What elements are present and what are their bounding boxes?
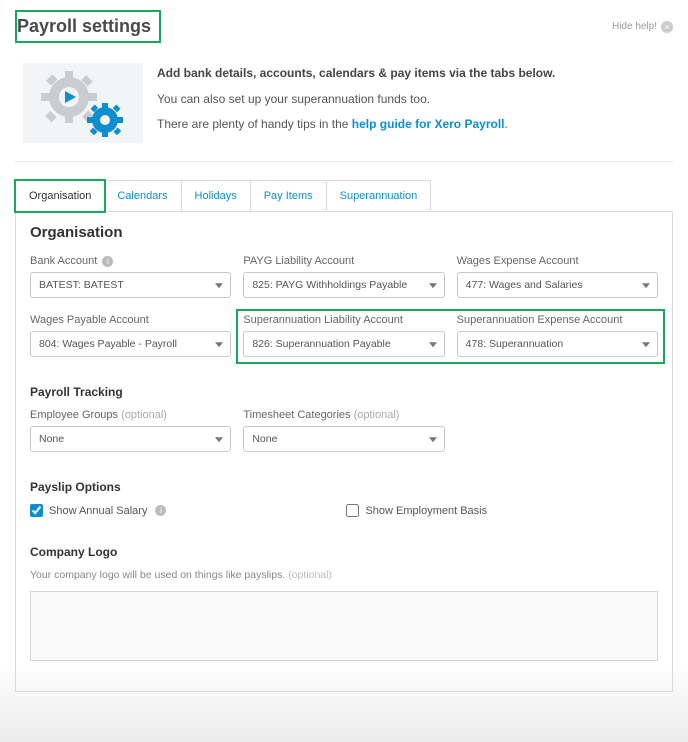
tab-pay-items[interactable]: Pay Items — [251, 181, 327, 211]
select-timesheet-categories-value: None — [252, 433, 277, 445]
chevron-down-icon — [215, 437, 223, 442]
hide-help-label: Hide help! — [612, 21, 657, 32]
gears-illustration — [23, 63, 143, 143]
optional-text: (optional) — [121, 409, 167, 421]
field-wages-payable: Wages Payable Account 804: Wages Payable… — [30, 314, 231, 357]
intro-line-3-post: . — [505, 117, 508, 131]
close-icon: × — [661, 21, 673, 33]
optional-text: (optional) — [288, 569, 332, 581]
select-wages-expense-value: 477: Wages and Salaries — [466, 279, 583, 291]
tabs: Organisation Calendars Holidays Pay Item… — [15, 180, 431, 211]
section-company-logo: Company Logo — [30, 545, 658, 559]
checkbox-show-annual-salary-label: Show Annual Salary — [49, 505, 147, 517]
chevron-down-icon — [429, 283, 437, 288]
label-wages-expense: Wages Expense Account — [457, 255, 658, 267]
field-employee-groups: Employee Groups (optional) None — [30, 409, 231, 452]
intro-line-3: There are plenty of handy tips in the he… — [157, 114, 665, 134]
select-wages-expense[interactable]: 477: Wages and Salaries — [457, 272, 658, 298]
section-payroll-tracking: Payroll Tracking — [30, 385, 658, 399]
select-bank-account-value: BATEST: BATEST — [39, 279, 124, 291]
select-bank-account[interactable]: BATEST: BATEST — [30, 272, 231, 298]
tab-calendars[interactable]: Calendars — [104, 181, 181, 211]
chevron-down-icon — [642, 342, 650, 347]
field-super-expense: Superannuation Expense Account 478: Supe… — [457, 314, 658, 357]
field-timesheet-categories: Timesheet Categories (optional) None — [243, 409, 444, 452]
select-employee-groups[interactable]: None — [30, 426, 231, 452]
info-icon[interactable]: i — [155, 505, 166, 516]
intro-headline: Add bank details, accounts, calendars & … — [157, 63, 665, 83]
select-super-liability-value: 826: Superannuation Payable — [252, 338, 390, 350]
field-bank-account: Bank Account i BATEST: BATEST — [30, 255, 231, 298]
company-logo-hint-text: Your company logo will be used on things… — [30, 569, 285, 581]
highlighted-super-fields: Superannuation Liability Account 826: Su… — [236, 309, 665, 364]
info-icon[interactable]: i — [102, 256, 113, 267]
label-bank-account-text: Bank Account — [30, 255, 97, 267]
chevron-down-icon — [215, 283, 223, 288]
label-employee-groups-text: Employee Groups — [30, 409, 118, 421]
page-title: Payroll settings — [15, 10, 161, 43]
checkbox-show-annual-salary-input[interactable] — [30, 504, 43, 517]
optional-text: (optional) — [354, 409, 400, 421]
field-wages-expense: Wages Expense Account 477: Wages and Sal… — [457, 255, 658, 298]
chevron-down-icon — [429, 342, 437, 347]
field-payg-liability: PAYG Liability Account 825: PAYG Withhol… — [243, 255, 444, 298]
label-super-expense: Superannuation Expense Account — [457, 314, 658, 326]
company-logo-upload[interactable] — [30, 591, 658, 661]
organisation-panel: Organisation Bank Account i BATEST: BATE… — [15, 211, 673, 692]
intro-card: Add bank details, accounts, calendars & … — [15, 53, 673, 162]
label-timesheet-categories-text: Timesheet Categories — [243, 409, 350, 421]
section-payslip-options: Payslip Options — [30, 480, 658, 494]
hide-help-link[interactable]: Hide help! × — [612, 21, 673, 33]
select-payg-liability[interactable]: 825: PAYG Withholdings Payable — [243, 272, 444, 298]
select-wages-payable-value: 804: Wages Payable - Payroll — [39, 338, 177, 350]
select-wages-payable[interactable]: 804: Wages Payable - Payroll — [30, 331, 231, 357]
checkbox-show-employment-basis-label: Show Employment Basis — [365, 505, 487, 517]
select-super-expense-value: 478: Superannuation — [466, 338, 564, 350]
company-logo-hint: Your company logo will be used on things… — [30, 569, 658, 581]
checkbox-show-annual-salary[interactable]: Show Annual Salary i — [30, 504, 166, 517]
select-payg-liability-value: 825: PAYG Withholdings Payable — [252, 279, 407, 291]
tab-superannuation[interactable]: Superannuation — [327, 181, 431, 211]
field-super-liability: Superannuation Liability Account 826: Su… — [243, 314, 444, 357]
label-bank-account: Bank Account i — [30, 255, 231, 267]
label-super-liability: Superannuation Liability Account — [243, 314, 444, 326]
select-timesheet-categories[interactable]: None — [243, 426, 444, 452]
panel-title: Organisation — [30, 224, 658, 241]
chevron-down-icon — [429, 437, 437, 442]
chevron-down-icon — [642, 283, 650, 288]
intro-line-2: You can also set up your superannuation … — [157, 89, 665, 109]
intro-line-3-pre: There are plenty of handy tips in the — [157, 117, 352, 131]
label-payg-liability: PAYG Liability Account — [243, 255, 444, 267]
tab-organisation[interactable]: Organisation — [14, 179, 106, 213]
select-employee-groups-value: None — [39, 433, 64, 445]
select-super-liability[interactable]: 826: Superannuation Payable — [243, 331, 444, 357]
label-employee-groups: Employee Groups (optional) — [30, 409, 231, 421]
chevron-down-icon — [215, 342, 223, 347]
label-wages-payable: Wages Payable Account — [30, 314, 231, 326]
label-timesheet-categories: Timesheet Categories (optional) — [243, 409, 444, 421]
checkbox-show-employment-basis-input[interactable] — [346, 504, 359, 517]
help-guide-link[interactable]: help guide for Xero Payroll — [352, 117, 505, 131]
checkbox-show-employment-basis[interactable]: Show Employment Basis — [346, 504, 487, 517]
tab-holidays[interactable]: Holidays — [182, 181, 251, 211]
select-super-expense[interactable]: 478: Superannuation — [457, 331, 658, 357]
